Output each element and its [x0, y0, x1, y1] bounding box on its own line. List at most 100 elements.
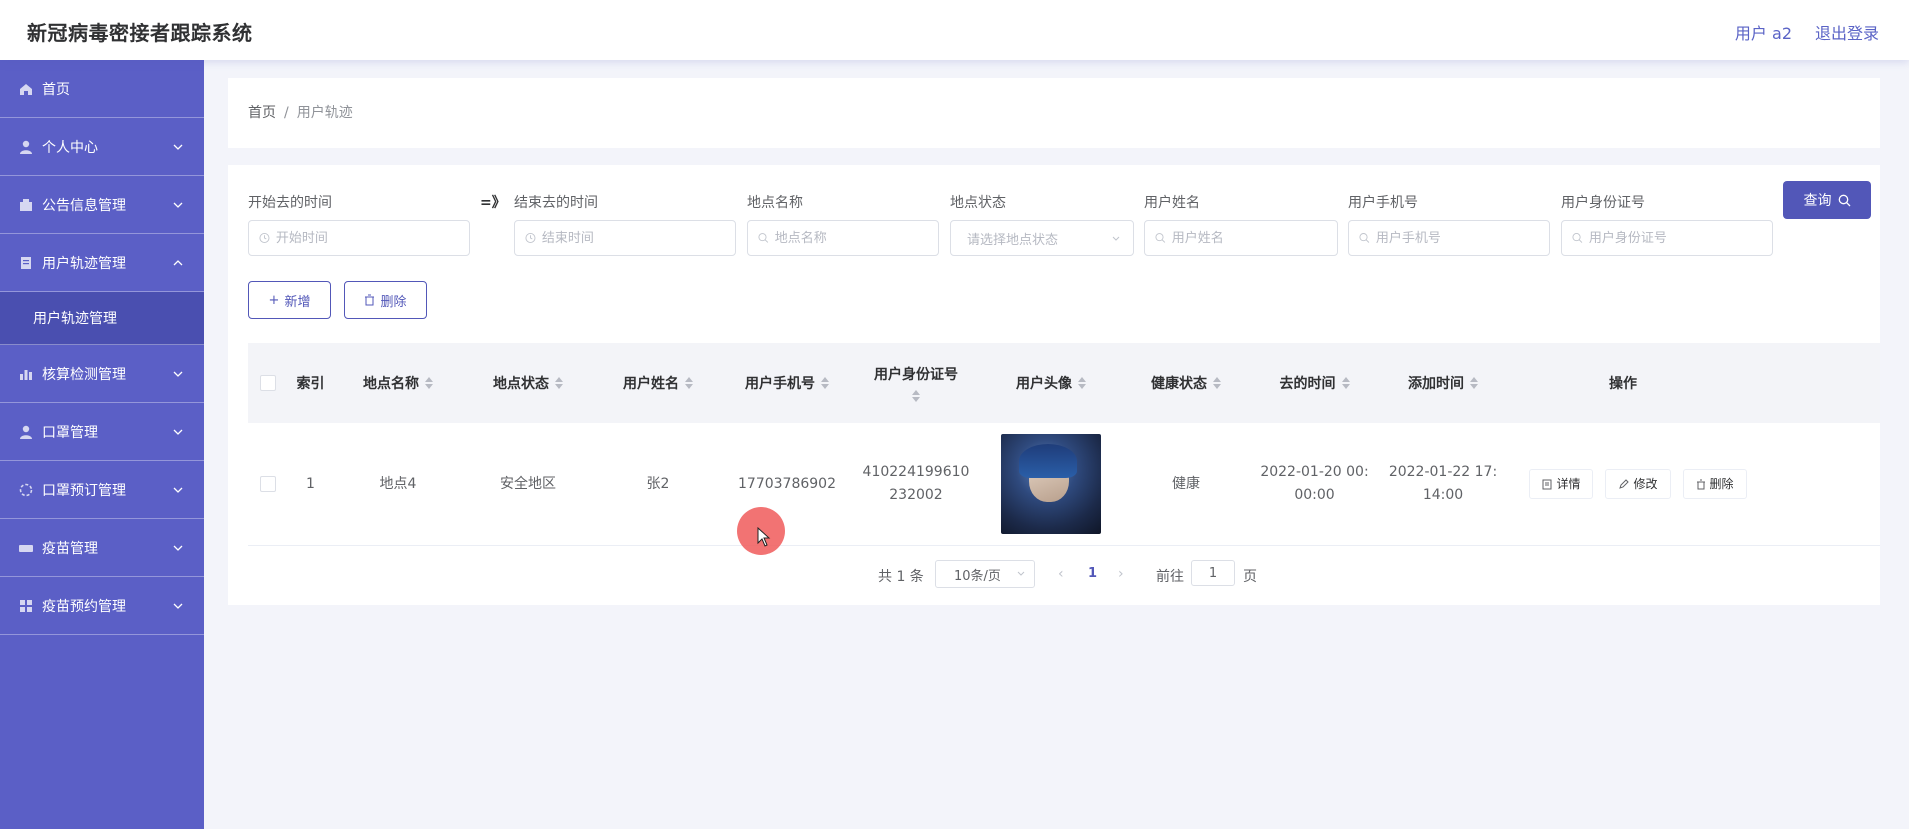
- main-card: 开始去的时间 =》 结束去的时间 地点名称 地点状态 用户姓名 用户手机号 用户…: [228, 165, 1880, 605]
- place-status-label: 地点状态: [950, 195, 1006, 211]
- column-header-label: 健康状态: [1151, 376, 1207, 392]
- next-page-button[interactable]: ›: [1118, 566, 1124, 582]
- column-header-user-name[interactable]: 用户姓名: [593, 343, 723, 423]
- sidebar-item-label: 口罩管理: [42, 424, 98, 441]
- column-header-place-status[interactable]: 地点状态: [463, 343, 593, 423]
- user-name-input-wrap: [1144, 220, 1338, 256]
- sidebar-subitem-label: 用户轨迹管理: [33, 311, 117, 327]
- column-header-go-time[interactable]: 去的时间: [1251, 343, 1378, 423]
- sidebar-item-profile[interactable]: 个人中心: [0, 118, 204, 176]
- select-all-cell: [248, 343, 288, 423]
- table-row: 1 地点4 安全地区 张2 17703786902 410224199610 2…: [248, 423, 1880, 546]
- goto-page-input[interactable]: 1: [1191, 560, 1235, 586]
- search-icon: [1359, 233, 1370, 243]
- sort-icon[interactable]: [685, 377, 693, 389]
- delete-button-label: 删除: [380, 294, 407, 310]
- column-header-label: 去的时间: [1279, 376, 1336, 392]
- breadcrumb-separator: /: [284, 105, 289, 121]
- sort-icon[interactable]: [821, 377, 829, 389]
- page-size-select[interactable]: 10条/页: [935, 560, 1035, 588]
- user-id-input[interactable]: [1582, 229, 1772, 247]
- chevron-down-icon: [173, 202, 183, 208]
- query-button[interactable]: 查询: [1783, 181, 1871, 219]
- edit-button-label: 修改: [1633, 476, 1658, 491]
- page-number-current[interactable]: 1: [1088, 566, 1097, 581]
- detail-button[interactable]: 详情: [1529, 469, 1594, 499]
- notice-icon: [20, 198, 32, 211]
- user-phone-label: 用户手机号: [1348, 195, 1418, 211]
- column-header-health[interactable]: 健康状态: [1121, 343, 1251, 423]
- sidebar-item-masks[interactable]: 口罩管理: [0, 403, 204, 461]
- sidebar-item-mask-orders[interactable]: 口罩预订管理: [0, 461, 204, 519]
- sort-icon[interactable]: [1470, 377, 1478, 389]
- pagination-total: 共 1 条: [878, 569, 924, 585]
- column-header-label: 用户身份证号: [874, 367, 958, 383]
- user-name-input[interactable]: [1165, 229, 1337, 247]
- add-button[interactable]: + 新增: [248, 281, 331, 319]
- document-icon: [1542, 479, 1552, 489]
- end-time-label: 结束去的时间: [514, 195, 598, 211]
- sidebar-subitem-track-management[interactable]: 用户轨迹管理: [0, 292, 204, 345]
- goto-label: 前往: [1156, 569, 1184, 585]
- chevron-down-icon: [173, 144, 183, 150]
- prev-page-button[interactable]: ‹: [1058, 566, 1064, 582]
- cell-go-time: 2022-01-20 00: 00:00: [1251, 423, 1378, 545]
- breadcrumb-home[interactable]: 首页: [248, 105, 276, 121]
- pagination: 共 1 条 10条/页 ‹ 1 › 前往 1 页: [228, 560, 1880, 590]
- sort-icon[interactable]: [1341, 377, 1350, 389]
- cell-index: 1: [306, 475, 315, 492]
- user-avatar-image[interactable]: [1001, 434, 1101, 534]
- logout-link[interactable]: 退出登录: [1815, 20, 1879, 44]
- column-header-label: 地点状态: [493, 376, 549, 392]
- column-header-add-time[interactable]: 添加时间: [1378, 343, 1508, 423]
- user-phone-input[interactable]: [1369, 229, 1549, 247]
- row-checkbox[interactable]: [260, 476, 276, 492]
- end-time-input[interactable]: [535, 229, 735, 247]
- top-bar: 新冠病毒密接者跟踪系统 用户 a2 退出登录: [0, 0, 1909, 60]
- sidebar-item-home[interactable]: 首页: [0, 60, 204, 118]
- column-header-place-name[interactable]: 地点名称: [333, 343, 463, 423]
- column-header-avatar[interactable]: 用户头像: [981, 343, 1121, 423]
- batch-delete-button[interactable]: 删除: [344, 281, 427, 319]
- place-name-input[interactable]: [768, 229, 938, 247]
- select-all-checkbox[interactable]: [260, 375, 276, 391]
- sort-icon[interactable]: [912, 390, 920, 402]
- page-unit-label: 页: [1243, 569, 1257, 585]
- grid-icon: [20, 599, 32, 612]
- sidebar-item-notices[interactable]: 公告信息管理: [0, 176, 204, 234]
- start-time-input[interactable]: [269, 229, 469, 247]
- place-name-input-wrap: [747, 220, 939, 256]
- sort-icon[interactable]: [1078, 377, 1086, 389]
- column-header-phone[interactable]: 用户手机号: [723, 343, 851, 423]
- user-id-input-wrap: [1561, 220, 1773, 256]
- sidebar-item-label: 公告信息管理: [42, 197, 126, 214]
- search-icon: [1155, 233, 1166, 243]
- sidebar-item-label: 疫苗预约管理: [42, 598, 126, 615]
- column-header-index: 索引: [288, 343, 333, 423]
- sidebar-item-track-management[interactable]: 用户轨迹管理: [0, 234, 204, 292]
- track-icon: [21, 256, 31, 269]
- cell-avatar: [981, 423, 1121, 545]
- search-icon: [1838, 194, 1850, 206]
- column-header-label: 地点名称: [363, 376, 419, 392]
- row-delete-button[interactable]: 删除: [1682, 469, 1747, 499]
- column-header-id-number[interactable]: 用户身份证号: [851, 343, 981, 423]
- sort-icon[interactable]: [555, 377, 563, 389]
- detail-button-label: 详情: [1556, 476, 1581, 491]
- user-phone-input-wrap: [1348, 220, 1550, 256]
- sidebar-item-vaccines[interactable]: 疫苗管理: [0, 519, 204, 577]
- place-status-select[interactable]: 请选择地点状态: [950, 220, 1134, 256]
- end-time-input-wrap: [514, 220, 736, 256]
- start-time-label: 开始去的时间: [248, 195, 332, 211]
- sidebar-item-testing[interactable]: 核算检测管理: [0, 345, 204, 403]
- clock-icon: [259, 232, 270, 244]
- column-header-label: 用户手机号: [745, 376, 815, 392]
- breadcrumb-current: 用户轨迹: [296, 105, 353, 121]
- chevron-down-icon: [173, 545, 183, 551]
- add-time-line-1: 2022-01-22 17:: [1388, 464, 1498, 480]
- sort-icon[interactable]: [425, 377, 433, 389]
- chevron-down-icon: [173, 603, 183, 609]
- sidebar-item-vaccine-appointments[interactable]: 疫苗预约管理: [0, 577, 204, 635]
- sort-icon[interactable]: [1213, 377, 1221, 389]
- edit-button[interactable]: 修改: [1605, 469, 1671, 499]
